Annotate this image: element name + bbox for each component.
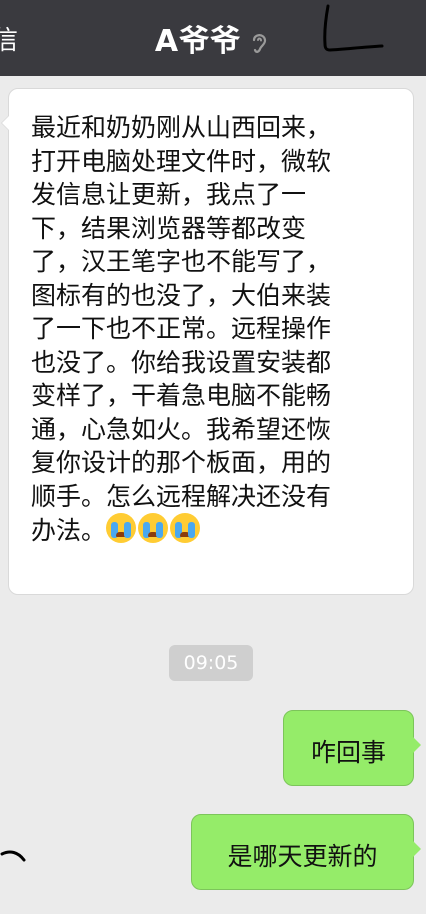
- outgoing-message-bubble[interactable]: 是哪天更新的: [191, 814, 421, 890]
- outgoing-message-bubble[interactable]: 咋回事: [283, 710, 421, 786]
- message-line: 顺手。怎么远程解决还没有: [31, 481, 332, 511]
- message-line-last: 办法。: [31, 513, 397, 548]
- outgoing-message-text: 是哪天更新的: [227, 842, 378, 871]
- chat-header: 信 A爷爷: [0, 0, 426, 76]
- message-line: 打开电脑处理文件时，微软: [31, 146, 332, 176]
- loudly-crying-face-icon: [138, 513, 169, 543]
- message-line: 通，心急如火。我希望还恢: [31, 414, 332, 444]
- contact-name: A爷爷: [154, 24, 242, 59]
- message-line: 最近和奶奶刚从山西回来，: [31, 113, 332, 142]
- message-line: 了一下也不正常。远程操作: [31, 314, 332, 343]
- loudly-crying-face-icon: [106, 513, 137, 543]
- message-line: 下，结果浏览器等都改变: [31, 213, 307, 243]
- contact-title[interactable]: A爷爷: [0, 16, 426, 60]
- handwritten-mark-bottom: [0, 850, 26, 862]
- message-line: 也没了。你给我设置安装都: [31, 347, 332, 377]
- message-line: 了，汉王笔字也不能写了，: [31, 247, 332, 276]
- ear-icon[interactable]: [247, 29, 271, 57]
- incoming-message-bubble[interactable]: 最近和奶奶刚从山西回来， 打开电脑处理文件时，微软 发信息让更新，我点了一 下，…: [1, 88, 414, 595]
- timestamp-pill: 09:05: [169, 645, 253, 681]
- outgoing-message-text: 咋回事: [310, 738, 386, 767]
- message-line: 变样了，干着急电脑不能畅: [31, 381, 332, 410]
- message-line: 复你设计的那个板面，用的: [31, 448, 332, 477]
- loudly-crying-face-icon: [170, 513, 201, 543]
- message-line: 发信息让更新，我点了一: [31, 180, 307, 209]
- message-line-text: 办法。: [31, 516, 107, 545]
- message-line: 图标有的也没了，大伯来装: [31, 280, 332, 310]
